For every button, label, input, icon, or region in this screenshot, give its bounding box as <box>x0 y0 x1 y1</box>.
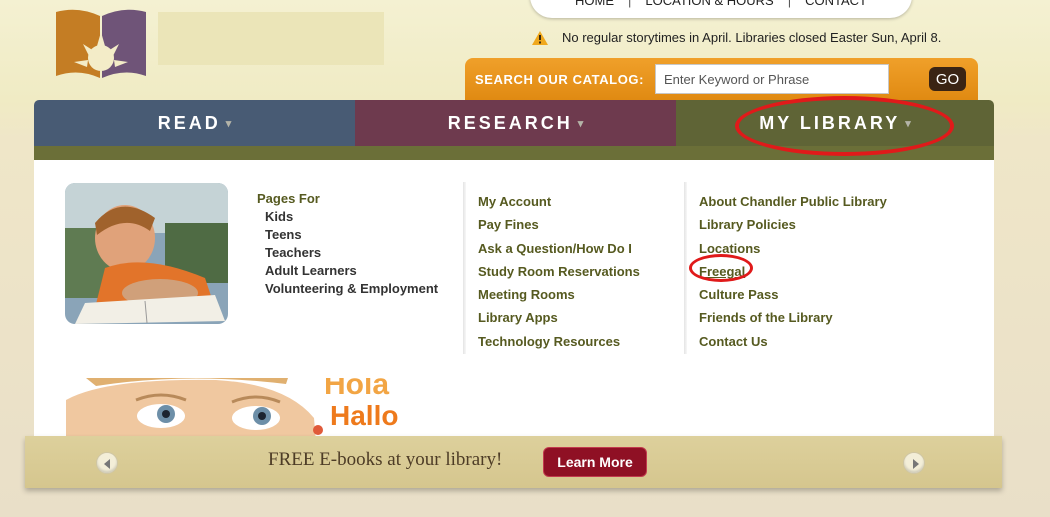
friends-of-library-link[interactable]: Friends of the Library <box>699 306 887 329</box>
language-promo-image[interactable]: Hola Hallo <box>66 378 426 442</box>
my-library-highlight-circle <box>735 96 954 156</box>
alert-notice: No regular storytimes in April. Librarie… <box>532 30 941 45</box>
promo-hallo-text: Hallo <box>330 400 399 431</box>
culture-pass-link[interactable]: Culture Pass <box>699 283 887 306</box>
chevron-down-icon: ▾ <box>225 117 232 130</box>
catalog-search-bar: SEARCH OUR CATALOG: GO <box>465 58 978 100</box>
nav-link-location-hours[interactable]: LOCATION & HOURS <box>631 0 787 8</box>
freegal-highlight-circle <box>689 254 753 282</box>
top-utility-nav: HOME | LOCATION & HOURS | CONTACT <box>530 0 912 18</box>
carousel-next-button[interactable] <box>903 452 925 474</box>
nav-link-contact[interactable]: CONTACT <box>791 0 881 8</box>
ebooks-banner: FREE E-books at your library! Learn More <box>25 436 1002 488</box>
pay-fines-link[interactable]: Pay Fines <box>478 213 640 236</box>
pages-for-column: Pages For Kids Teens Teachers Adult Lear… <box>257 190 438 298</box>
tab-research-label: RESEARCH <box>447 112 573 133</box>
account-services-column: My Account Pay Fines Ask a Question/How … <box>478 190 640 353</box>
alert-text: No regular storytimes in April. Librarie… <box>562 30 942 45</box>
learn-more-button[interactable]: Learn More <box>543 447 647 477</box>
library-apps-link[interactable]: Library Apps <box>478 306 640 329</box>
warning-icon <box>532 30 548 45</box>
pages-for-teens-link[interactable]: Teens <box>257 226 438 244</box>
search-go-button[interactable]: GO <box>929 67 966 91</box>
arrow-left-icon <box>104 459 110 469</box>
header-title-banner <box>158 12 384 65</box>
pages-for-kids-link[interactable]: Kids <box>257 208 438 226</box>
tab-read[interactable]: READ ▾ <box>34 100 355 146</box>
study-room-reservations-link[interactable]: Study Room Reservations <box>478 260 640 283</box>
library-logo[interactable] <box>56 8 146 78</box>
column-divider <box>684 182 687 354</box>
ask-a-question-link[interactable]: Ask a Question/How Do I <box>478 237 640 260</box>
banner-text: FREE E-books at your library! <box>268 449 503 470</box>
technology-resources-link[interactable]: Technology Resources <box>478 330 640 353</box>
search-label: SEARCH OUR CATALOG: <box>475 72 645 87</box>
about-library-link[interactable]: About Chandler Public Library <box>699 190 887 213</box>
pages-for-adult-learners-link[interactable]: Adult Learners <box>257 262 438 280</box>
contact-us-link[interactable]: Contact Us <box>699 330 887 353</box>
chevron-down-icon: ▾ <box>577 117 584 130</box>
search-input[interactable] <box>655 64 889 94</box>
column-divider <box>463 182 466 354</box>
pages-for-teachers-link[interactable]: Teachers <box>257 244 438 262</box>
child-reading-photo <box>65 183 228 324</box>
tab-read-label: READ <box>157 112 221 133</box>
carousel-prev-button[interactable] <box>96 452 118 474</box>
library-policies-link[interactable]: Library Policies <box>699 213 887 236</box>
tab-research[interactable]: RESEARCH ▾ <box>355 100 676 146</box>
pages-for-heading: Pages For <box>257 191 320 206</box>
pages-for-volunteering-link[interactable]: Volunteering & Employment <box>257 280 438 298</box>
promo-hola-text: Hola <box>324 378 390 401</box>
meeting-rooms-link[interactable]: Meeting Rooms <box>478 283 640 306</box>
arrow-right-icon <box>913 459 919 469</box>
my-library-dropdown: Pages For Kids Teens Teachers Adult Lear… <box>34 160 994 442</box>
nav-link-home[interactable]: HOME <box>561 0 628 8</box>
my-account-link[interactable]: My Account <box>478 190 640 213</box>
